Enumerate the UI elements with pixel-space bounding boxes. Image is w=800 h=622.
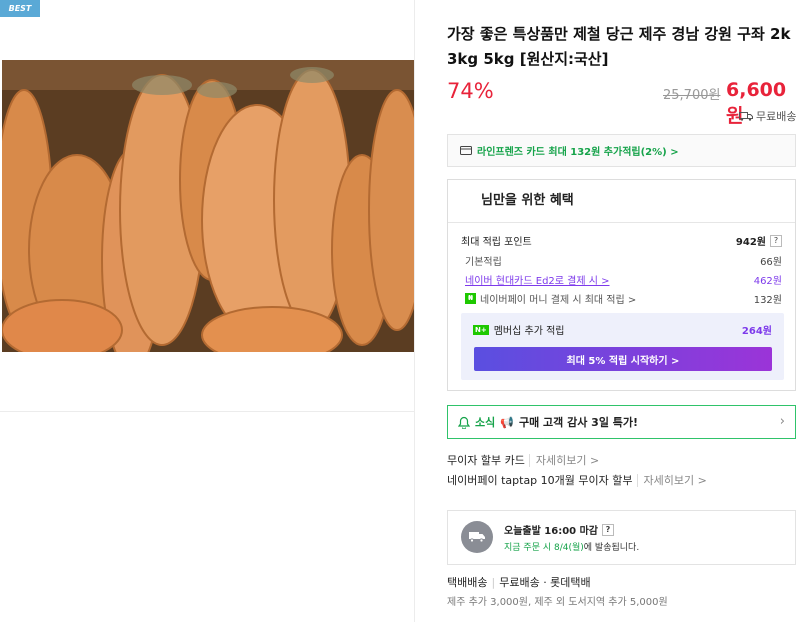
free-shipping-label: 무료배송 [739, 108, 796, 124]
news-text: 구매 고객 감사 3일 특가! [518, 416, 639, 429]
points-row: 네이버 현대카드 Ed2로 결제 시 > 462원 [461, 272, 782, 287]
points-row-value: 66원 [760, 257, 782, 268]
truck-icon [739, 112, 753, 121]
installment-label: 무이자 할부 카드 [447, 454, 525, 467]
npay-money-link[interactable]: 네이버페이 머니 결제 시 최대 적립 > [480, 291, 636, 306]
details-link[interactable]: 자세히보기 > [636, 474, 707, 487]
naver-plus-icon: N+ [473, 324, 489, 335]
membership-start-button[interactable]: 최대 5% 적립 시작하기 > [474, 347, 772, 371]
discount-rate: 74% [447, 79, 494, 103]
today-shipping-box: 오늘출발 16:00 마감 ? 지금 주문 시 8/4(월)에 발송됩니다. [447, 510, 796, 565]
points-row-label: 기본적립 [465, 257, 502, 268]
points-row: ₦ 네이버페이 머니 결제 시 최대 적립 > 132원 [461, 291, 782, 306]
free-shipping-text: 무료배송 [756, 110, 797, 123]
benefit-box: 님만을 위한 혜택 최대 적립 포인트 942원 ? 기본적립 66원 네이버 … [447, 179, 796, 391]
chevron-right-icon: › [779, 414, 785, 429]
shipping-eta: 지금 주문 시 8/4(월)에 발송됩니다. [504, 540, 639, 553]
delivery-info: 택배배송 | 무료배송 · 롯데택배 [447, 576, 591, 589]
installment-row: 네이버페이 taptap 10개월 무이자 할부 자세히보기 > [447, 472, 707, 488]
product-title: 가장 좋은 특상품만 제철 당근 제주 경남 강원 구좌 2k 3kg 5kg … [447, 25, 791, 68]
points-row-value: 462원 [753, 276, 782, 287]
shipping-eta-rest: 에 발송됩니다. [583, 543, 640, 553]
original-price: 25,700원 [663, 88, 721, 103]
credit-card-icon [460, 146, 472, 155]
news-banner[interactable]: 소식 📢 구매 고객 감사 3일 특가! › [447, 405, 796, 439]
best-badge: BEST [0, 0, 40, 17]
installment-row: 무이자 할부 카드 자세히보기 > [447, 452, 600, 468]
card-promo-link[interactable]: 라인프렌즈 카드 최대 132원 추가적립(2%) > [447, 134, 796, 167]
npay-icon: ₦ [465, 293, 476, 304]
product-photo[interactable] [2, 60, 414, 352]
membership-label: 멤버십 추가 적립 [493, 326, 565, 337]
delivery-carrier: · 롯데택배 [543, 576, 591, 589]
delivery-fee: 무료배송 [499, 576, 540, 589]
carrot-photo [2, 60, 414, 352]
installment-label: 네이버페이 taptap 10개월 무이자 할부 [447, 474, 633, 487]
points-row-value: 132원 [753, 295, 782, 306]
extra-shipping-fee: 제주 추가 3,000원, 제주 외 도서지역 추가 5,000원 [447, 597, 668, 608]
help-icon[interactable]: ? [770, 234, 782, 247]
max-points-row: 최대 적립 포인트 942원 ? [461, 233, 782, 248]
divider [0, 411, 415, 412]
max-points-value: 942원 [735, 237, 766, 248]
bell-icon [458, 416, 470, 429]
shipping-deadline: 오늘출발 16:00 마감 [504, 526, 598, 537]
card-promo-text: 라인프렌즈 카드 최대 132원 추가적립(2%) > [477, 147, 679, 158]
delivery-type: 택배배송 [447, 576, 488, 589]
membership-box: N+ 멤버십 추가 적립 264원 최대 5% 적립 시작하기 > [461, 313, 784, 380]
details-link[interactable]: 자세히보기 > [528, 454, 600, 467]
hyundai-card-link[interactable]: 네이버 현대카드 Ed2로 결제 시 > [461, 272, 610, 287]
membership-value: 264원 [741, 326, 772, 337]
megaphone-icon: 📢 [500, 415, 514, 429]
product-image-panel: BEST [0, 0, 415, 622]
help-icon[interactable]: ? [602, 523, 614, 536]
delivery-truck-icon [461, 521, 493, 553]
points-row: 기본적립 66원 [461, 253, 782, 268]
news-keyword: 소식 [475, 416, 496, 429]
benefit-heading: 님만을 위한 혜택 [448, 180, 795, 223]
shipping-eta-date: 지금 주문 시 8/4(월) [504, 543, 584, 553]
max-points-label: 최대 적립 포인트 [461, 237, 532, 248]
